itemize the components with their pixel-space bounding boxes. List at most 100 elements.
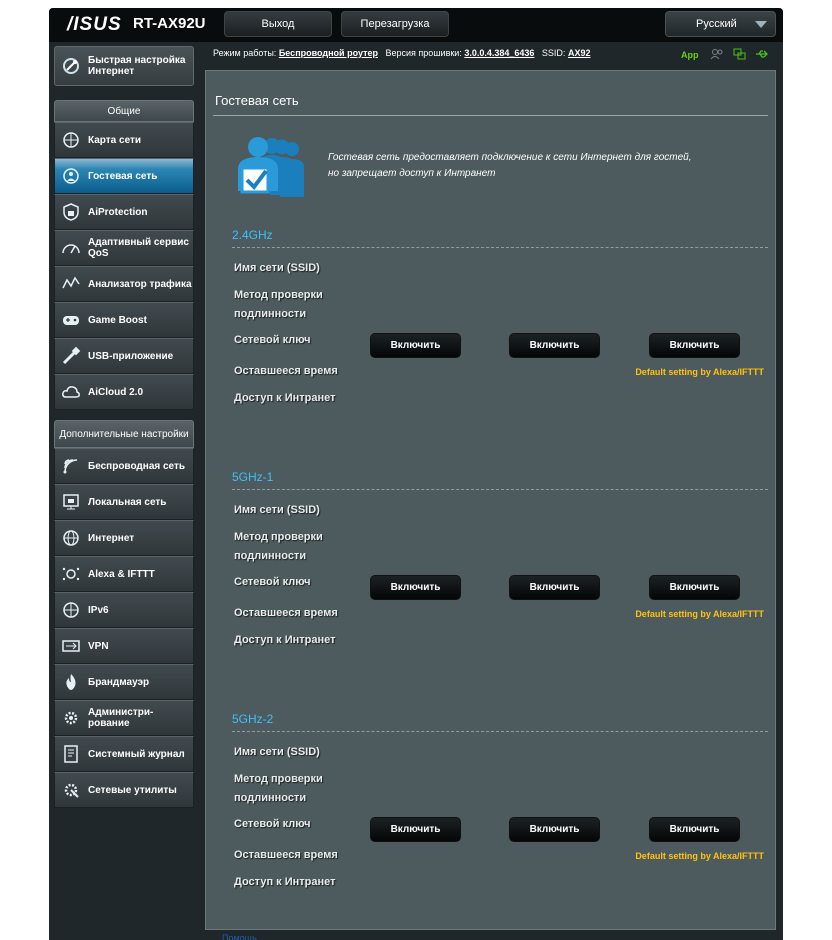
- footer-links: Помощь: [222, 933, 782, 940]
- lan-icon: [60, 491, 82, 513]
- users-icon[interactable]: [710, 48, 724, 60]
- footer-help-link[interactable]: Помощь: [222, 933, 257, 940]
- cloud-icon: [60, 381, 82, 403]
- alexa-default-note: Default setting by Alexa/IFTTT: [635, 609, 764, 619]
- gamepad-icon: [60, 309, 82, 331]
- model-name: RT-AX92U: [133, 15, 206, 32]
- sidebar-item-ipv6[interactable]: IPv6: [54, 592, 194, 628]
- sidebar-item-alexa[interactable]: Alexa & IFTTT: [54, 556, 194, 592]
- page-title: Гостевая сеть: [215, 93, 299, 108]
- language-select[interactable]: Русский: [665, 11, 776, 37]
- usb-status-icon[interactable]: [755, 48, 769, 60]
- quick-internet-setup-button[interactable]: Быстрая настройка Интернет: [54, 46, 194, 86]
- intranet-access-label: Доступ к Интранет: [234, 634, 336, 646]
- sidebar-item-lan[interactable]: Локальная сеть: [54, 484, 194, 520]
- alexa-default-note: Default setting by Alexa/IFTTT: [635, 367, 764, 377]
- sidebar-item-label: Брандмауэр: [88, 676, 150, 688]
- remaining-time-label: Оставшееся время: [234, 607, 338, 619]
- sidebar-item-label: Alexa & IFTTT: [88, 568, 155, 580]
- ipv6-icon: [60, 599, 82, 621]
- sidebar-item-label: Администри-рование: [88, 707, 154, 729]
- sidebar-item-label: VPN: [88, 640, 109, 652]
- mode-link[interactable]: Беспроводной роутер: [279, 48, 378, 58]
- enable-guest-3-button[interactable]: Включить: [649, 333, 740, 358]
- sidebar-item-guest-network[interactable]: Гостевая сеть: [54, 158, 194, 194]
- sidebar-item-label: AiCloud 2.0: [88, 386, 144, 398]
- ssid-label: SSID:: [541, 48, 566, 58]
- wizard-icon: [60, 55, 82, 77]
- language-value: Русский: [696, 18, 737, 30]
- auth-method-line-2: подлинности: [234, 308, 307, 320]
- internet-icon: [60, 527, 82, 549]
- band-divider: [232, 247, 768, 248]
- sidebar-item-internet[interactable]: Интернет: [54, 520, 194, 556]
- band-title: 5GHz-1: [232, 470, 274, 484]
- alexa-default-note: Default setting by Alexa/IFTTT: [635, 851, 764, 861]
- usb-icon: [60, 345, 82, 367]
- band-section: 2.4GHz Имя сети (SSID) Метод проверки по…: [232, 228, 768, 404]
- main-content: Гостевая сеть Гостевая сеть предоставляе…: [205, 70, 776, 930]
- sidebar-item-aiprotection[interactable]: AiProtection: [54, 194, 194, 230]
- intranet-access-label: Доступ к Интранет: [234, 876, 336, 888]
- auth-method-label: Метод проверки подлинности: [234, 770, 354, 808]
- sidebar-item-wireless[interactable]: Беспроводная сеть: [54, 448, 194, 484]
- chevron-down-icon: [755, 21, 767, 28]
- guest-users-icon: [238, 137, 304, 197]
- intro-description: Гостевая сеть предоставляет подключение …: [328, 150, 748, 182]
- enable-guest-3-button[interactable]: Включить: [649, 575, 740, 600]
- sidebar-item-vpn[interactable]: VPN: [54, 628, 194, 664]
- reboot-button[interactable]: Перезагрузка: [341, 11, 449, 37]
- ssid-field-label: Имя сети (SSID): [234, 262, 320, 274]
- sidebar-item-label: USB-приложение: [88, 350, 174, 362]
- sidebar-item-gamepad[interactable]: Game Boost: [54, 302, 194, 338]
- sidebar-item-cloud[interactable]: AiCloud 2.0: [54, 374, 194, 410]
- band-title: 5GHz-2: [232, 712, 274, 726]
- asus-logo[interactable]: /ISUS: [67, 14, 122, 36]
- ssid-field-label: Имя сети (SSID): [234, 746, 320, 758]
- mode-label: Режим работы:: [213, 48, 277, 58]
- enable-guest-2-button[interactable]: Включить: [509, 575, 600, 600]
- sidebar-item-label: Адаптивный сервис QoS: [88, 237, 189, 259]
- auth-method-label: Метод проверки подлинности: [234, 286, 354, 324]
- sidebar-item-qos[interactable]: Адаптивный сервис QoS: [54, 230, 194, 266]
- sidebar-item-label: Карта сети: [88, 134, 142, 146]
- sidebar-item-network-tools[interactable]: Сетевые утилиты: [54, 772, 194, 808]
- network-key-label: Сетевой ключ: [234, 576, 311, 588]
- firmware-link[interactable]: 3.0.0.4.384_6436: [464, 48, 534, 58]
- sidebar-item-label: Гостевая сеть: [88, 170, 158, 182]
- sidebar-item-label: Анализатор трафика: [88, 278, 192, 290]
- sidebar-item-usb[interactable]: USB-приложение: [54, 338, 194, 374]
- system-log-icon: [60, 743, 82, 765]
- enable-guest-1-button[interactable]: Включить: [370, 817, 461, 842]
- qos-icon: [60, 237, 82, 259]
- ssid-field-label: Имя сети (SSID): [234, 504, 320, 516]
- sidebar-item-traffic-analyzer[interactable]: Анализатор трафика: [54, 266, 194, 302]
- network-key-label: Сетевой ключ: [234, 818, 311, 830]
- sidebar-item-label: Беспроводная сеть: [88, 460, 186, 472]
- network-status-icon[interactable]: [733, 48, 747, 60]
- sidebar-item-system-log[interactable]: Системный журнал: [54, 736, 194, 772]
- logout-button[interactable]: Выход: [224, 11, 332, 37]
- sidebar-item-administration[interactable]: Администри-рование: [54, 700, 194, 736]
- intro-line-2: но запрещает доступ к Интранет: [328, 168, 496, 179]
- auth-method-line-2: подлинности: [234, 792, 307, 804]
- ssid-link[interactable]: AX92: [568, 48, 591, 58]
- sidebar-item-label: Game Boost: [88, 314, 147, 326]
- enable-guest-1-button[interactable]: Включить: [370, 333, 461, 358]
- advanced-header-label: Дополнительные настройки: [59, 428, 189, 440]
- band-title: 2.4GHz: [232, 228, 273, 242]
- guest-network-icon: [60, 165, 82, 187]
- enable-guest-1-button[interactable]: Включить: [370, 575, 461, 600]
- network-key-label: Сетевой ключ: [234, 334, 311, 346]
- enable-guest-3-button[interactable]: Включить: [649, 817, 740, 842]
- sidebar-item-label: IPv6: [88, 604, 109, 616]
- sidebar-item-firewall[interactable]: Брандмауэр: [54, 664, 194, 700]
- enable-guest-2-button[interactable]: Включить: [509, 817, 600, 842]
- network-tools-icon: [60, 779, 82, 801]
- general-header-label: Общие: [107, 105, 141, 117]
- enable-guest-2-button[interactable]: Включить: [509, 333, 600, 358]
- app-link[interactable]: App: [681, 50, 699, 60]
- sidebar-item-label: AiProtection: [88, 206, 148, 218]
- sidebar-item-network-map[interactable]: Карта сети: [54, 122, 194, 158]
- band-divider: [232, 489, 768, 490]
